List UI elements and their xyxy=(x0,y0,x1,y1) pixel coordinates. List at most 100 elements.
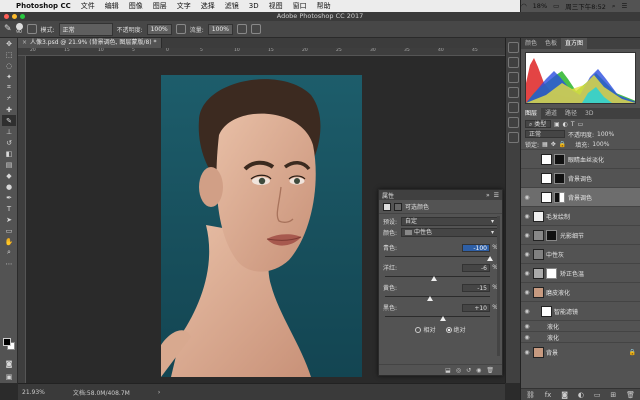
layer-name[interactable]: 背景 xyxy=(546,348,558,357)
info-panel-icon[interactable] xyxy=(508,102,519,113)
visibility-eye-icon[interactable]: ◉ xyxy=(521,349,533,356)
menu-file[interactable]: 文件 xyxy=(81,1,95,11)
collapse-panel-icon[interactable]: » xyxy=(486,192,490,199)
layer-row-selected[interactable]: ◉ 背景调色 xyxy=(521,187,640,206)
layer-name[interactable]: 毛发绘制 xyxy=(546,212,570,221)
layer-row[interactable]: ◉ 中性灰 xyxy=(521,244,640,263)
brush-preset-picker[interactable]: 90 xyxy=(15,22,23,36)
layer-mask-thumbnail[interactable] xyxy=(546,267,557,279)
yellow-value-input[interactable]: -15 xyxy=(462,283,490,292)
add-mask-icon[interactable]: ◙ xyxy=(561,391,568,399)
screen-mode-icon[interactable]: ▣ xyxy=(2,371,16,382)
pressure-size-icon[interactable] xyxy=(250,24,261,34)
quick-select-tool-icon[interactable]: ✦ xyxy=(2,71,16,82)
battery-icon[interactable]: ▭ xyxy=(553,2,559,10)
menu-help[interactable]: 帮助 xyxy=(317,1,331,11)
visibility-eye-icon[interactable]: ◉ xyxy=(521,334,533,341)
layer-row[interactable]: ◉ 背景 🔒 xyxy=(521,342,640,361)
pressure-opacity-icon[interactable] xyxy=(175,24,186,34)
quick-mask-icon[interactable]: ◙ xyxy=(2,358,16,369)
menu-app-name[interactable]: Photoshop CC xyxy=(16,2,71,10)
filter-name[interactable]: 液化 xyxy=(547,322,559,331)
filter-pixel-icon[interactable]: ▣ xyxy=(554,121,560,128)
properties-scrollbar[interactable] xyxy=(497,216,500,356)
clone-stamp-tool-icon[interactable]: ⊥ xyxy=(2,126,16,137)
layer-row[interactable]: ◉ 毛发绘制 xyxy=(521,206,640,225)
move-tool-icon[interactable]: ✥ xyxy=(2,38,16,49)
slider-knob[interactable] xyxy=(439,316,446,321)
slider-knob[interactable] xyxy=(427,296,434,301)
tab-color[interactable]: 颜色 xyxy=(521,38,541,49)
clock[interactable]: 周三下午8:52 xyxy=(565,1,606,11)
magenta-value-input[interactable]: -6 xyxy=(462,263,490,272)
layer-name[interactable]: 磨皮液化 xyxy=(546,288,570,297)
visibility-eye-icon[interactable]: ◉ xyxy=(521,323,533,330)
layer-filter-select[interactable]: ⌕ 类型 xyxy=(525,120,551,128)
layer-name[interactable]: 背景调色 xyxy=(568,193,592,202)
hand-tool-icon[interactable]: ✋ xyxy=(2,236,16,247)
view-previous-icon[interactable]: ◎ xyxy=(456,367,461,374)
filter-row[interactable]: ◉ 液化 xyxy=(521,331,640,342)
menu-list-icon[interactable]: ☰ xyxy=(622,2,628,10)
lock-icon[interactable]: 🔒 xyxy=(629,349,636,356)
pen-tool-icon[interactable]: ✒ xyxy=(2,192,16,203)
gradient-tool-icon[interactable]: ▤ xyxy=(2,159,16,170)
properties-header[interactable]: 属性 » ☰ xyxy=(379,190,502,200)
lock-all-icon[interactable]: 🔒 xyxy=(559,141,566,148)
blur-tool-icon[interactable]: ◆ xyxy=(2,170,16,181)
layer-name[interactable]: 光影细节 xyxy=(560,231,584,240)
adjustments-panel-icon[interactable] xyxy=(508,87,519,98)
marquee-tool-icon[interactable]: ⬚ xyxy=(2,49,16,60)
filter-type-icon[interactable]: T xyxy=(571,121,575,128)
visibility-eye-icon[interactable]: ◉ xyxy=(521,251,533,258)
visibility-eye-icon[interactable]: ◉ xyxy=(521,232,533,239)
lock-position-icon[interactable]: ✥ xyxy=(551,141,556,148)
menu-3d[interactable]: 3D xyxy=(249,2,259,10)
tab-histogram[interactable]: 直方图 xyxy=(561,38,588,49)
layer-name[interactable]: 背景调色 xyxy=(568,174,592,183)
preset-select[interactable]: 自定 xyxy=(401,217,498,226)
zoom-level[interactable]: 21.93% xyxy=(22,389,45,396)
visibility-eye-icon[interactable]: ◉ xyxy=(521,213,533,220)
vertical-ruler[interactable] xyxy=(18,56,26,383)
slider-knob[interactable] xyxy=(487,256,493,261)
filter-shape-icon[interactable]: ▭ xyxy=(578,121,584,128)
delete-layer-icon[interactable]: 🗑 xyxy=(626,391,635,399)
wifi-icon[interactable]: ◠ xyxy=(521,2,527,10)
visibility-eye-icon[interactable]: ◉ xyxy=(521,308,533,315)
tab-swatches[interactable]: 色板 xyxy=(541,38,561,49)
eraser-tool-icon[interactable]: ◧ xyxy=(2,148,16,159)
layer-opacity-input[interactable]: 100% xyxy=(597,131,614,138)
layer-name[interactable]: 眼睛血丝淡化 xyxy=(568,155,604,164)
eyedropper-tool-icon[interactable]: ⌿ xyxy=(2,93,16,104)
flow-input[interactable]: 100% xyxy=(207,23,233,35)
more-tools-icon[interactable]: ⋯ xyxy=(2,258,16,269)
panel-menu-icon[interactable]: ☰ xyxy=(494,192,499,199)
layer-row[interactable]: ◉ 智能滤镜 xyxy=(521,301,640,320)
layer-row[interactable]: ◉ 矫正色温 xyxy=(521,263,640,282)
character-panel-icon[interactable] xyxy=(508,117,519,128)
portrait-photo[interactable] xyxy=(161,75,362,377)
layer-name[interactable]: 矫正色温 xyxy=(560,269,584,278)
layer-mask-icon[interactable] xyxy=(394,202,402,211)
path-select-tool-icon[interactable]: ➤ xyxy=(2,214,16,225)
horizontal-ruler[interactable]: 20 15 10 5 0 5 10 15 20 25 30 35 40 45 xyxy=(18,48,505,56)
visibility-eye-icon[interactable]: ◉ xyxy=(521,194,533,201)
document-size[interactable]: 文档:58.0M/408.7M xyxy=(73,388,130,397)
menu-view[interactable]: 视图 xyxy=(269,1,283,11)
brush-panel-icon[interactable] xyxy=(26,24,37,34)
swatch-panel-icon[interactable] xyxy=(508,72,519,83)
document-tab[interactable]: × 人像3.psd @ 21.9% (背景调色, 图层蒙版/8) * xyxy=(18,38,162,48)
layer-mask-thumbnail[interactable] xyxy=(546,229,557,241)
layer-style-icon[interactable]: fx xyxy=(545,391,552,399)
lock-pixels-icon[interactable]: ▦ xyxy=(542,141,548,148)
reset-icon[interactable]: ↺ xyxy=(466,367,471,374)
history-panel-icon[interactable] xyxy=(508,42,519,53)
layer-mask-thumbnail[interactable] xyxy=(554,172,565,184)
slider-knob[interactable] xyxy=(431,276,438,281)
filter-row[interactable]: ◉ 液化 xyxy=(521,320,640,331)
smart-filter-mask[interactable] xyxy=(541,305,552,317)
visibility-eye-icon[interactable]: ◉ xyxy=(521,289,533,296)
black-slider[interactable] xyxy=(385,313,490,322)
crop-tool-icon[interactable]: ⌗ xyxy=(2,82,16,93)
